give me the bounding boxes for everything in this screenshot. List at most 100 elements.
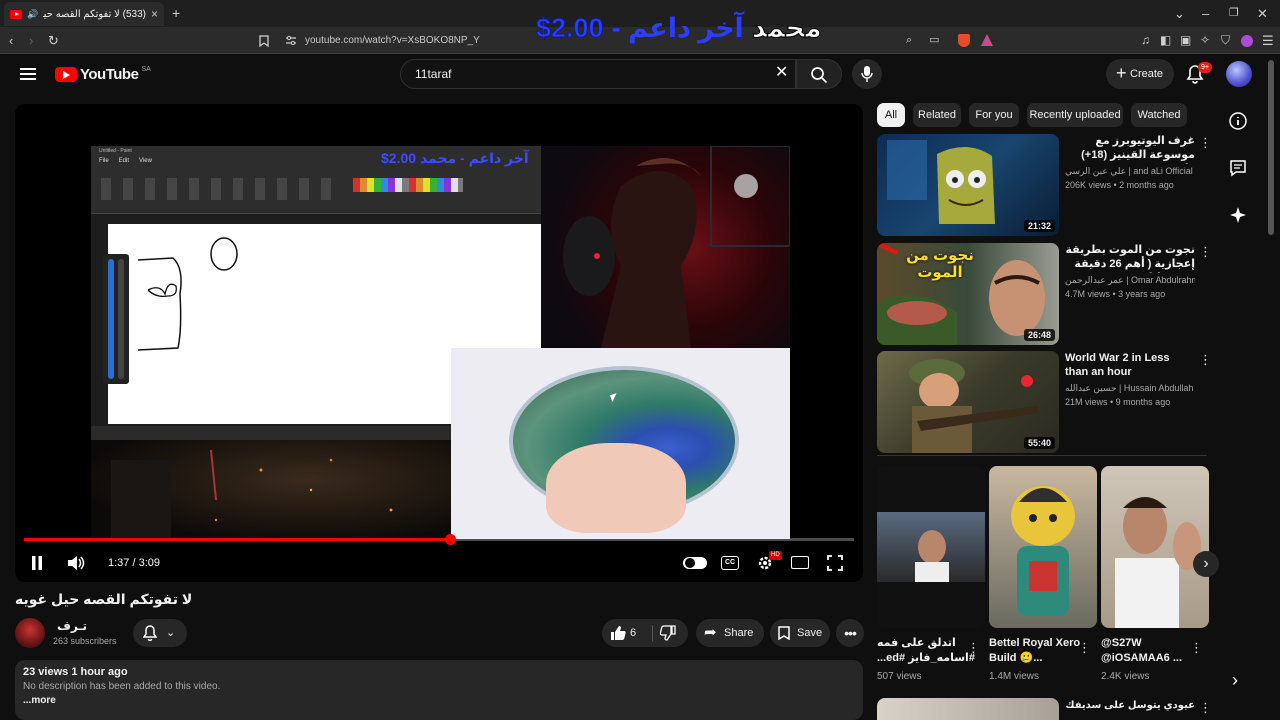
info-icon[interactable] [1228,111,1248,131]
voice-search-button[interactable] [852,59,882,89]
chat-icon[interactable] [1228,158,1248,178]
more-actions-button[interactable]: ••• [836,619,864,647]
sidebar-toggle-icon[interactable]: ◧ [1160,27,1171,54]
wallet-icon[interactable]: ▣ [1180,27,1191,54]
page-scrollbar[interactable] [1268,60,1274,235]
recommendation-thumbnail[interactable]: 21:32 [877,134,1059,236]
show-more-link[interactable]: ...more [23,695,855,706]
video-duration: 21:32 [1023,220,1055,232]
dislike-thumb-icon[interactable] [660,625,676,641]
recommendation-thumbnail[interactable] [877,698,1059,720]
video-player[interactable]: Untitled - Paint File Edit View $2.00 آخ… [15,104,863,582]
sparkle-icon[interactable] [1228,205,1248,225]
recommendation-item[interactable]: 21:32 غرف اليوتيوبرز مع موسوعة القينيز (… [877,134,1212,238]
share-button[interactable]: ➦ Share [696,619,764,647]
short-thumbnail[interactable] [1101,466,1209,628]
reload-icon[interactable]: ↻ [48,27,59,54]
paint-menu-file: File [99,158,109,164]
chevron-right-icon[interactable]: › [1232,670,1238,691]
chip-related[interactable]: Related [913,103,961,127]
theater-mode-icon[interactable] [791,556,809,569]
recommendation-title[interactable]: غرف اليوتيوبرز مع موسوعة القينيز (18+) ر… [1065,134,1195,164]
vpn-icon[interactable]: ⛉ [1221,27,1230,54]
back-icon[interactable]: ‹ [9,27,13,54]
chip-recently-uploaded[interactable]: Recently uploaded [1027,103,1123,127]
rewards-icon[interactable] [981,34,993,46]
recommendation-title[interactable]: عيودي يتوسل على سديفك متهاوشات [1065,700,1195,711]
browser-menu-icon[interactable]: ☰ [1262,27,1274,54]
progress-bar[interactable] [24,534,854,545]
recommendation-thumbnail[interactable]: 55:40 [877,351,1059,453]
channel-name[interactable]: تـرف [57,619,87,633]
chip-watched[interactable]: Watched [1131,103,1187,127]
search-button[interactable] [796,59,842,89]
cast-icon[interactable]: ▭ [929,27,939,54]
youtube-logo[interactable]: YouTube SA [55,66,151,83]
close-window-icon[interactable]: ✕ [1257,0,1268,27]
pause-icon[interactable] [31,556,43,570]
recommendation-meta: 206K views • 2 months ago [1065,180,1174,190]
recommendation-channel[interactable]: عمر عبدالرحمن | Omar Abdulrahman [1065,275,1195,286]
autoplay-play-icon [685,558,695,568]
kebab-menu-icon[interactable]: ⋮ [1199,700,1212,716]
recommendation-item[interactable]: 55:40 World War 2 in Less than an hour ح… [877,351,1212,455]
guide-menu-icon[interactable] [20,68,36,80]
recommendation-meta: 21M views • 9 months ago [1065,397,1171,407]
brave-shield-icon[interactable] [958,34,970,47]
short-views: 2.4K views [1101,671,1150,682]
extensions-icon[interactable]: ✧ [1200,27,1210,54]
save-label: Save [797,627,823,639]
kebab-menu-icon[interactable]: ⋮ [1199,353,1212,367]
short-title[interactable]: اتدلق على فمه #اسامه_فايز #ed... [877,636,977,666]
kebab-menu-icon[interactable]: ⋮ [967,640,980,656]
kebab-menu-icon[interactable]: ⋮ [1190,640,1203,656]
short-thumbnail[interactable] [877,466,985,628]
browser-tab[interactable]: 🔊 (533) لا تفوتكم القصه حيل غويه × [4,2,164,26]
shorts-next-button[interactable]: › [1193,551,1219,577]
recommendation-thumbnail[interactable]: نجوت من الموت 26:48 [877,243,1059,345]
zoom-icon[interactable]: ⌕ [906,27,912,54]
search-input[interactable]: 11taraf [400,59,796,89]
music-icon[interactable]: ♫ [1141,27,1150,54]
chevron-down-icon: ⌄ [166,627,176,639]
captions-icon[interactable]: CC [721,556,739,570]
short-thumbnail[interactable] [989,466,1097,628]
progress-scrubber[interactable] [444,534,456,545]
description-box[interactable]: 23 views 1 hour ago No description has b… [15,660,863,720]
recommendation-item[interactable]: نجوت من الموت 26:48 نجوت من الموت بطريقة… [877,243,1212,347]
short-title[interactable]: Bettel Royal Xero Build 🥲... [989,636,1089,666]
clear-search-icon[interactable]: ✕ [775,64,788,82]
short-title[interactable]: @S27W @iOSAMAA6 ... [1101,636,1201,666]
fullscreen-icon[interactable] [827,555,843,571]
autoplay-toggle[interactable] [683,557,707,569]
volume-icon[interactable] [67,555,85,571]
new-tab-button[interactable]: + [172,0,180,27]
recommendation-channel[interactable]: علي عبن الرسي | and aLi Official [1065,166,1195,177]
chip-all[interactable]: All [877,103,905,127]
channel-avatar[interactable] [15,618,45,648]
profile-icon[interactable] [1241,35,1253,47]
maximize-icon[interactable]: ❐ [1229,0,1239,27]
site-settings-icon[interactable] [285,35,297,46]
embers-art [111,449,393,539]
recommendation-title[interactable]: نجوت من الموت بطريقة إعجازية ( أهم 26 دق… [1065,243,1195,273]
like-thumb-icon[interactable] [610,625,626,641]
notifications-badge: 9+ [1198,62,1212,73]
speaker-icon[interactable]: 🔊 [27,9,38,20]
kebab-menu-icon[interactable]: ⋮ [1078,640,1091,656]
tab-list-icon[interactable]: ⌄ [1174,0,1185,27]
url-text[interactable]: youtube.com/watch?v=XsBOKO8NP_Y [305,27,480,54]
bookmark-icon[interactable] [259,35,269,47]
recommendation-title[interactable]: World War 2 in Less than an hour [1065,351,1195,379]
minimize-icon[interactable]: – [1202,0,1209,27]
kebab-menu-icon[interactable]: ⋮ [1199,245,1212,259]
kebab-menu-icon[interactable]: ⋮ [1199,136,1212,150]
create-button[interactable]: Create [1106,59,1174,89]
chip-for-you[interactable]: For you [969,103,1019,127]
account-avatar[interactable] [1226,61,1252,87]
forward-icon[interactable]: › [29,27,33,54]
close-tab-icon[interactable]: × [151,7,158,21]
save-button[interactable]: Save [770,619,830,647]
recommendation-channel[interactable]: حسين عبدالله | Hussain Abdullah [1065,383,1195,394]
subscription-bell-button[interactable]: ⌄ [133,619,187,647]
